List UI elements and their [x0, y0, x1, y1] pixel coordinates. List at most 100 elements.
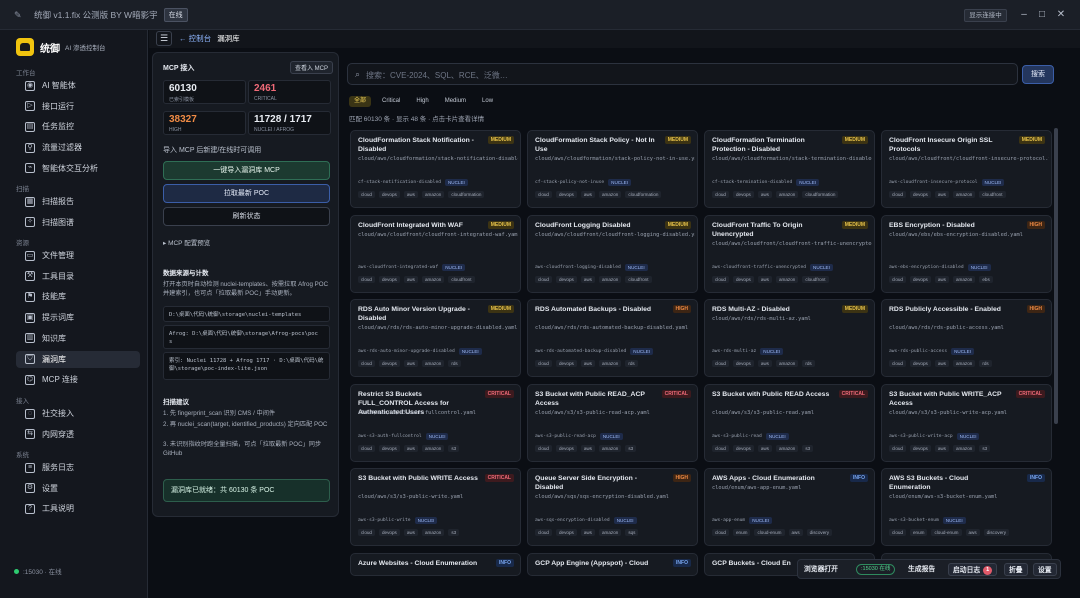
tag-chip[interactable]: rds: [802, 360, 815, 367]
tag-chip[interactable]: devops: [378, 191, 400, 198]
tag-chip[interactable]: devops: [909, 191, 931, 198]
tag-chip[interactable]: devops: [555, 444, 577, 452]
poc-card[interactable]: CloudFront Logging Disabled MEDIUM cloud/a…: [527, 214, 698, 293]
tag-chip[interactable]: cloudfront: [979, 191, 1006, 198]
collapse-button[interactable]: 折叠: [1004, 563, 1028, 576]
tag-chip[interactable]: s3: [448, 444, 460, 452]
tag-chip[interactable]: ebs: [979, 275, 993, 283]
sidebar-item[interactable]: ⇆ 内网穿透: [16, 426, 140, 443]
poc-card[interactable]: RDS Multi-AZ - Disabled MEDIUM cloud/aws/r…: [704, 299, 875, 377]
tag-chip[interactable]: devops: [909, 444, 931, 452]
tag-chip[interactable]: discovery: [983, 529, 1010, 536]
tag-chip[interactable]: aws: [934, 360, 949, 367]
poc-card[interactable]: CloudFormation Stack Notification - Disa…: [350, 130, 521, 208]
tag-chip[interactable]: devops: [732, 191, 754, 198]
tag-chip[interactable]: cloud: [535, 191, 552, 198]
poc-card[interactable]: S3 Bucket with Public READ_ACP Access CRI…: [527, 383, 698, 462]
poc-card[interactable]: Azure Websites - Cloud Enumeration INFO: [350, 552, 521, 576]
tag-chip[interactable]: aws: [934, 275, 949, 283]
tag-chip[interactable]: aws: [580, 275, 595, 283]
startup-log-button[interactable]: 启动日志 1: [948, 563, 998, 576]
sidebar-item[interactable]: ⛉ 漏洞库: [16, 350, 140, 368]
sidebar-item[interactable]: ▷ 接口运行: [16, 98, 140, 115]
tag-chip[interactable]: devops: [378, 275, 400, 283]
filter-high[interactable]: High: [411, 96, 433, 107]
tag-chip[interactable]: cloud: [712, 275, 729, 283]
sidebar-item[interactable]: ▣ 提示词库: [16, 309, 140, 326]
tag-chip[interactable]: cloud: [358, 275, 375, 283]
poc-card[interactable]: Queue Server Side Encryption - Disabled H…: [527, 468, 698, 546]
filter-low[interactable]: Low: [477, 96, 498, 107]
tag-chip[interactable]: aws: [965, 529, 980, 536]
tag-chip[interactable]: amazon: [952, 360, 976, 367]
tag-chip[interactable]: cloudfront: [802, 275, 829, 283]
tag-chip[interactable]: amazon: [952, 444, 976, 452]
tag-chip[interactable]: aws: [403, 529, 418, 536]
sidebar-item[interactable]: ≡ 服务日志: [16, 459, 140, 476]
tag-chip[interactable]: aws: [788, 529, 803, 536]
filter-all[interactable]: 全部: [349, 96, 372, 107]
sidebar-item[interactable]: ◉ AI 智能体: [16, 77, 140, 94]
sidebar-item[interactable]: ▥ 知识库: [16, 330, 140, 347]
tag-chip[interactable]: amazon: [775, 444, 799, 452]
tag-chip[interactable]: cloud: [535, 360, 552, 367]
tag-chip[interactable]: cloudformation: [802, 191, 839, 198]
mcp-docs-button[interactable]: 查看入 MCP: [290, 61, 334, 74]
tag-chip[interactable]: devops: [909, 275, 931, 283]
show-connection-button[interactable]: 显示连接中: [964, 9, 1007, 22]
tag-chip[interactable]: amazon: [598, 191, 622, 198]
poc-card[interactable]: AWS S3 Buckets - Cloud Enumeration INFO cl…: [881, 468, 1052, 546]
tag-chip[interactable]: amazon: [775, 191, 799, 198]
tag-chip[interactable]: aws: [934, 191, 949, 198]
poc-card[interactable]: RDS Automated Backups - Disabled HIGH clou…: [527, 299, 698, 377]
tag-chip[interactable]: amazon: [421, 444, 445, 452]
filter-medium[interactable]: Medium: [440, 96, 471, 107]
tag-chip[interactable]: aws: [757, 360, 772, 367]
tag-chip[interactable]: amazon: [421, 191, 445, 198]
tag-chip[interactable]: cloud: [535, 444, 552, 452]
sidebar-item[interactable]: ◌ 社交接入: [16, 405, 140, 422]
pull-poc-button[interactable]: 拉取最新 POC: [163, 184, 330, 203]
tag-chip[interactable]: amazon: [421, 360, 445, 367]
tag-chip[interactable]: enum: [909, 529, 928, 536]
tag-chip[interactable]: cloud: [712, 191, 729, 198]
tag-chip[interactable]: amazon: [598, 275, 622, 283]
menu-toggle-button[interactable]: ☰: [156, 31, 172, 46]
tag-chip[interactable]: rds: [448, 360, 461, 367]
tag-chip[interactable]: aws: [757, 191, 772, 198]
tag-chip[interactable]: cloud-enum: [754, 529, 785, 536]
tag-chip[interactable]: cloudformation: [625, 191, 662, 198]
poc-card[interactable]: EBS Encryption - Disabled HIGH cloud/aws/e…: [881, 214, 1052, 293]
tag-chip[interactable]: devops: [378, 360, 400, 367]
tag-chip[interactable]: cloud: [712, 360, 729, 367]
tag-chip[interactable]: devops: [732, 444, 754, 452]
poc-card[interactable]: S3 Bucket with Public READ Access CRITICA…: [704, 383, 875, 462]
tag-chip[interactable]: aws: [403, 275, 418, 283]
poc-card[interactable]: Restrict S3 Buckets FULL_CONTROL Access …: [350, 383, 521, 462]
import-mcp-button[interactable]: 一键导入漏洞库 MCP: [163, 161, 330, 180]
tag-chip[interactable]: devops: [555, 275, 577, 283]
tag-chip[interactable]: devops: [378, 529, 400, 536]
tag-chip[interactable]: aws: [757, 444, 772, 452]
tag-chip[interactable]: aws: [934, 444, 949, 452]
minimize-icon[interactable]: –: [1017, 8, 1031, 22]
sidebar-item[interactable]: ⌬ MCP 连接: [16, 371, 140, 388]
sidebar-item[interactable]: ⚑ 技能库: [16, 288, 140, 305]
tag-chip[interactable]: devops: [378, 444, 400, 452]
tag-chip[interactable]: cloud: [712, 529, 729, 536]
poc-card[interactable]: CloudFront Traffic To Origin Unencrypted…: [704, 214, 875, 293]
tag-chip[interactable]: cloud: [889, 444, 906, 452]
sidebar-item[interactable]: ✧ 扫描图谱: [16, 214, 140, 231]
tag-chip[interactable]: amazon: [952, 191, 976, 198]
maximize-icon[interactable]: □: [1035, 8, 1049, 22]
tag-chip[interactable]: enum: [732, 529, 751, 536]
sidebar-item[interactable]: ⚙ 设置: [16, 480, 140, 497]
tag-chip[interactable]: aws: [580, 529, 595, 536]
back-to-console-link[interactable]: ← 控制台: [179, 34, 211, 43]
poc-card[interactable]: CloudFormation Termination Protection - …: [704, 130, 875, 208]
sidebar-item[interactable]: ▦ 扫描报告: [16, 193, 140, 210]
poc-card[interactable]: CloudFormation Stack Policy - Not In Use…: [527, 130, 698, 208]
poc-card[interactable]: GCP App Engine (Appspot) - Cloud INFO: [527, 552, 698, 576]
poc-card[interactable]: RDS Auto Minor Version Upgrade - Disable…: [350, 299, 521, 377]
tag-chip[interactable]: aws: [403, 360, 418, 367]
